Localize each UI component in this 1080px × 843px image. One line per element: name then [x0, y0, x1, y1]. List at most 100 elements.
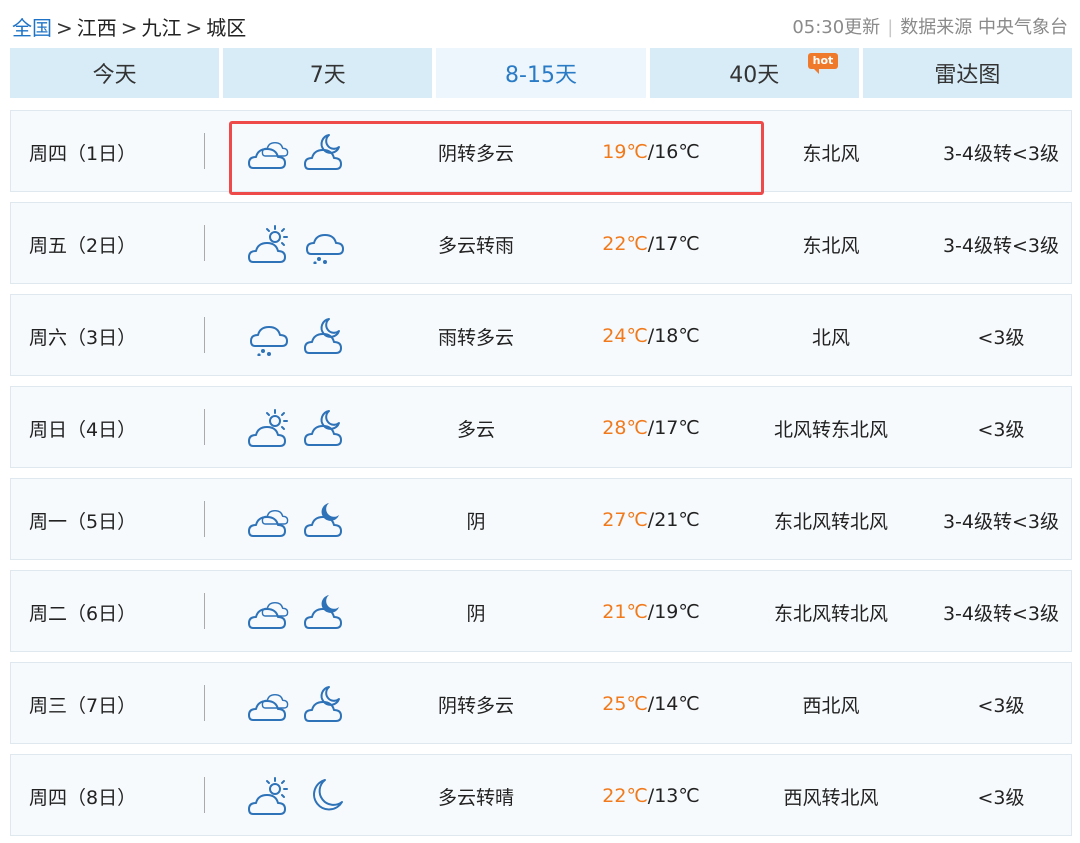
breadcrumb: 全国 > 江西 > 九江 > 城区: [12, 12, 246, 41]
forecast-date: 周四（8日）: [29, 786, 137, 809]
wind-level: <3级: [977, 418, 1025, 441]
row-divider: [204, 317, 205, 353]
weather-description: 阴转多云: [437, 142, 514, 165]
weather-description: 多云转晴: [437, 786, 514, 809]
update-meta: 05:30更新 | 数据来源 中央气象台: [792, 13, 1068, 39]
wind-direction: 北风: [811, 326, 850, 349]
low-temp: /19℃: [647, 601, 700, 623]
overcast-icon: [248, 141, 289, 169]
forecast-row[interactable]: 周一（5日） 阴 27℃/21℃ 东北风转北风 3-4级转<3级: [10, 478, 1072, 560]
forecast-tabs: 今天 7天 8-15天 40天 hot 雷达图: [10, 48, 1073, 98]
high-temp: 22℃: [602, 233, 648, 255]
forecast-row[interactable]: 周三（7日） 阴转多云 25℃/14℃ 西北风 <3级: [10, 662, 1072, 744]
weather-icons: [247, 755, 357, 837]
overcast-night-icon: [304, 503, 342, 537]
breadcrumb-root-link[interactable]: 全国: [12, 16, 52, 40]
weather-icons: [247, 387, 357, 469]
wind-direction: 西北风: [802, 694, 860, 717]
forecast-row[interactable]: 周六（3日） 雨转多云 24℃/18℃ 北风 <3级: [10, 294, 1072, 376]
row-divider: [204, 409, 205, 445]
row-divider: [204, 593, 205, 629]
row-divider: [204, 133, 205, 169]
high-temp: 19℃: [602, 141, 648, 163]
wind-level: 3-4级转<3级: [942, 142, 1060, 165]
tab-label: 今天: [92, 63, 137, 88]
overcast-icon: [248, 601, 289, 629]
partly-cloudy-day-icon: [248, 777, 288, 815]
low-temp: /21℃: [647, 509, 700, 531]
overcast-icon: [248, 509, 289, 537]
overcast-icon: [248, 693, 289, 721]
tab-8-15-days[interactable]: 8-15天: [436, 48, 646, 98]
forecast-row[interactable]: 周日（4日） 多云 28℃/17℃ 北风转东北风 <3级: [10, 386, 1072, 468]
tab-40-days[interactable]: 40天 hot: [649, 48, 859, 98]
low-temp: /14℃: [647, 693, 700, 715]
wind-level: 3-4级转<3级: [942, 602, 1060, 625]
forecast-row[interactable]: 周四（1日） 阴转多云 19℃/16℃ 东北风 3-4级转<3级: [10, 110, 1072, 192]
weather-icons: [247, 571, 357, 653]
temperature-range: 19℃/16℃: [571, 111, 731, 193]
breadcrumb-separator: >: [185, 16, 203, 40]
overcast-night-icon: [304, 595, 342, 629]
forecast-row[interactable]: 周二（6日） 阴 21℃/19℃ 东北风转北风 3-4级转<3级: [10, 570, 1072, 652]
meta-divider: |: [887, 17, 894, 38]
forecast-row[interactable]: 周四（8日） 多云转晴 22℃/13℃ 西风转北风 <3级: [10, 754, 1072, 836]
tab-label: 8-15天: [505, 63, 577, 88]
rain-icon: [306, 234, 344, 264]
low-temp: /13℃: [647, 785, 700, 807]
high-temp: 21℃: [602, 601, 648, 623]
forecast-date: 周一（5日）: [29, 510, 137, 533]
forecast-date: 周二（6日）: [29, 602, 137, 625]
tab-today[interactable]: 今天: [10, 48, 220, 98]
weather-description: 雨转多云: [437, 326, 514, 349]
partly-cloudy-night-icon: [304, 318, 342, 354]
breadcrumb-separator: >: [56, 16, 73, 40]
tab-radar[interactable]: 雷达图: [862, 48, 1073, 98]
tab-label: 7天: [309, 63, 346, 88]
forecast-date: 周三（7日）: [29, 694, 137, 717]
row-divider: [204, 685, 205, 721]
wind-level: <3级: [977, 786, 1025, 809]
tab-7-days[interactable]: 7天: [223, 48, 433, 98]
rain-icon: [250, 326, 288, 356]
hot-badge: hot: [807, 53, 839, 74]
update-time: 05:30更新: [792, 17, 881, 38]
partly-cloudy-day-icon: [248, 225, 288, 263]
weather-icons: [247, 203, 357, 285]
weather-description: 多云: [456, 418, 495, 441]
forecast-date: 周六（3日）: [29, 326, 137, 349]
low-temp: /16℃: [647, 141, 700, 163]
low-temp: /18℃: [647, 325, 700, 347]
partly-cloudy-day-icon: [248, 409, 288, 447]
weather-icons: [247, 479, 357, 561]
breadcrumb-separator: >: [120, 16, 138, 40]
forecast-date: 周四（1日）: [29, 142, 137, 165]
partly-cloudy-night-icon: [304, 134, 342, 170]
high-temp: 22℃: [602, 785, 648, 807]
wind-level: <3级: [977, 694, 1025, 717]
breadcrumb-province[interactable]: 江西: [77, 16, 117, 40]
partly-cloudy-night-icon: [304, 686, 342, 722]
tab-label: 40天: [729, 63, 780, 88]
breadcrumb-district: 城区: [206, 16, 247, 40]
temperature-range: 28℃/17℃: [571, 387, 731, 469]
tab-label: 雷达图: [934, 63, 1001, 88]
high-temp: 25℃: [602, 693, 648, 715]
wind-direction: 东北风转北风: [773, 602, 888, 625]
clear-night-icon: [313, 779, 343, 811]
data-source: 数据来源 中央气象台: [900, 17, 1068, 38]
temperature-range: 25℃/14℃: [571, 663, 731, 745]
low-temp: /17℃: [647, 417, 700, 439]
forecast-date: 周日（4日）: [29, 418, 137, 441]
weather-description: 阴转多云: [437, 694, 514, 717]
wind-level: 3-4级转<3级: [942, 234, 1060, 257]
high-temp: 24℃: [602, 325, 648, 347]
wind-direction: 东北风: [802, 234, 860, 257]
wind-direction: 北风转东北风: [773, 418, 888, 441]
forecast-date: 周五（2日）: [29, 234, 137, 257]
breadcrumb-city[interactable]: 九江: [142, 16, 182, 40]
weather-description: 阴: [466, 510, 486, 533]
weather-icons: [247, 111, 357, 193]
forecast-row[interactable]: 周五（2日） 多云转雨 22℃/17℃ 东北风 3-4级转<3级: [10, 202, 1072, 284]
wind-level: <3级: [977, 326, 1025, 349]
